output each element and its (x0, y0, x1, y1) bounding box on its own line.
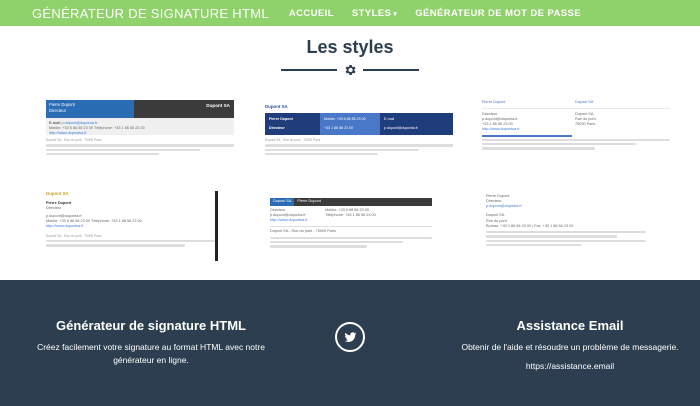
nav-link-password-generator[interactable]: GÉNÉRATEUR DE MOT DE PASSE (415, 8, 581, 19)
preview-company: Dupont SA (270, 198, 295, 206)
divider-line-left (281, 69, 337, 71)
nav-link-accueil[interactable]: ACCUEIL (289, 8, 334, 19)
preview-address: Dupont SA - Rue du pont - 75000 Paris (270, 226, 432, 234)
preview-mobile: Mobile: +33 6 86 56 23 00 (324, 116, 366, 121)
preview-phone: Téléphone: +33 1 86 56 23 00 (94, 126, 145, 131)
preview-company: Dupont SA (265, 104, 288, 109)
style-preview-2[interactable]: Dupont SA Pierre Dupont Directeur Mobile:… (265, 104, 453, 184)
assistance-link[interactable]: https://assistance.email (460, 360, 680, 373)
preview-name: Pierre Dupont (269, 116, 293, 121)
preview-website: http://www.dupontsa.fr (49, 131, 87, 136)
title-divider (281, 64, 419, 76)
footer-left: Générateur de signature HTML Créez facil… (26, 318, 276, 367)
style-preview-6[interactable]: Pierre Dupont Directeur p.dupont@duponta… (486, 194, 646, 264)
footer-left-text: Créez facilement votre signature au form… (37, 342, 265, 365)
preview-email: p.dupont@duponta.fr (486, 204, 522, 209)
preview-email-label: E-mail (384, 116, 395, 121)
preview-title: Directeur (46, 206, 62, 211)
page-title: Les styles (306, 37, 394, 57)
preview-email: p.dupont@duponta.fr (384, 125, 418, 130)
preview-company: Dupont SA (46, 191, 69, 196)
preview-company: Dupont SA (575, 100, 594, 104)
preview-phone: Téléphone: +33 1 86 56 23 00 (325, 213, 376, 218)
preview-company: Dupont SA (134, 100, 234, 118)
nav-link-styles-label: STYLES (351, 7, 392, 19)
style-preview-3[interactable]: Pierre Dupont Dupont SA Directeur p.dupo… (482, 100, 670, 180)
top-navbar: GÉNÉRATEUR DE SIGNATURE HTML ACCUEIL STY… (0, 0, 700, 26)
preview-address: Dupont SA - Rue du pont - 75000 Paris (46, 233, 102, 238)
preview-website: http://www.dupontsa.fr (384, 134, 420, 139)
preview-email-label: E-mail (49, 121, 61, 125)
preview-phone: Téléphone: +33 1 86 56 23 00 (91, 219, 142, 224)
preview-title: Directeur (269, 125, 285, 130)
preview-phone-short: +33 1 86 56 23 00 (324, 125, 354, 130)
preview-address: Dupont SA - Rue du pont - 75000 Paris (46, 138, 102, 142)
footer-right-title: Assistance Email (516, 318, 624, 333)
footer-right-text: Obtenir de l'aide et résoudre un problèm… (461, 342, 679, 352)
preview-bureau: Bureau: +33 1 86 56 23 00 | Fax: +33 1 8… (486, 223, 574, 228)
caret-down-icon: ▾ (393, 10, 398, 18)
preview-website: http://www.dupontsa.fr (270, 218, 308, 223)
nav-link-styles[interactable]: STYLES ▾ (352, 8, 397, 19)
twitter-icon (344, 332, 357, 342)
divider-line-right (363, 69, 419, 71)
style-preview-4[interactable]: Dupont SA Pierre Dupont Directeur p.dupo… (46, 191, 218, 261)
style-preview-1[interactable]: Pierre Dupont Directeur Dupont SA E-mail … (46, 100, 234, 180)
preview-website: http://www.dupontsa.fr (482, 127, 520, 132)
preview-email: p.dupont@duponta.fr (61, 121, 98, 125)
preview-title: Directeur (49, 107, 66, 113)
preview-name: Pierre Dupont (482, 100, 506, 104)
footer: Générateur de signature HTML Créez facil… (0, 280, 700, 406)
style-preview-5[interactable]: Dupont SA Pierre Dupont Directeur p.dupo… (270, 198, 432, 264)
gear-icon (343, 63, 357, 77)
footer-right: Assistance Email Obtenir de l'aide et ré… (460, 318, 680, 373)
preview-website: http://www.dupontsa.fr (46, 224, 84, 229)
twitter-button[interactable] (335, 322, 365, 352)
brand-link[interactable]: GÉNÉRATEUR DE SIGNATURE HTML (32, 6, 269, 21)
preview-mobile: Mobile: +33 6 86 56 23 00 (46, 219, 91, 224)
preview-city: 75000 Paris (575, 122, 596, 127)
preview-mobile: Mobile: +33 6 86 56 23 00 (49, 126, 94, 131)
preview-name: Pierre Dupont (294, 198, 432, 206)
footer-left-title: Générateur de signature HTML (56, 318, 246, 333)
